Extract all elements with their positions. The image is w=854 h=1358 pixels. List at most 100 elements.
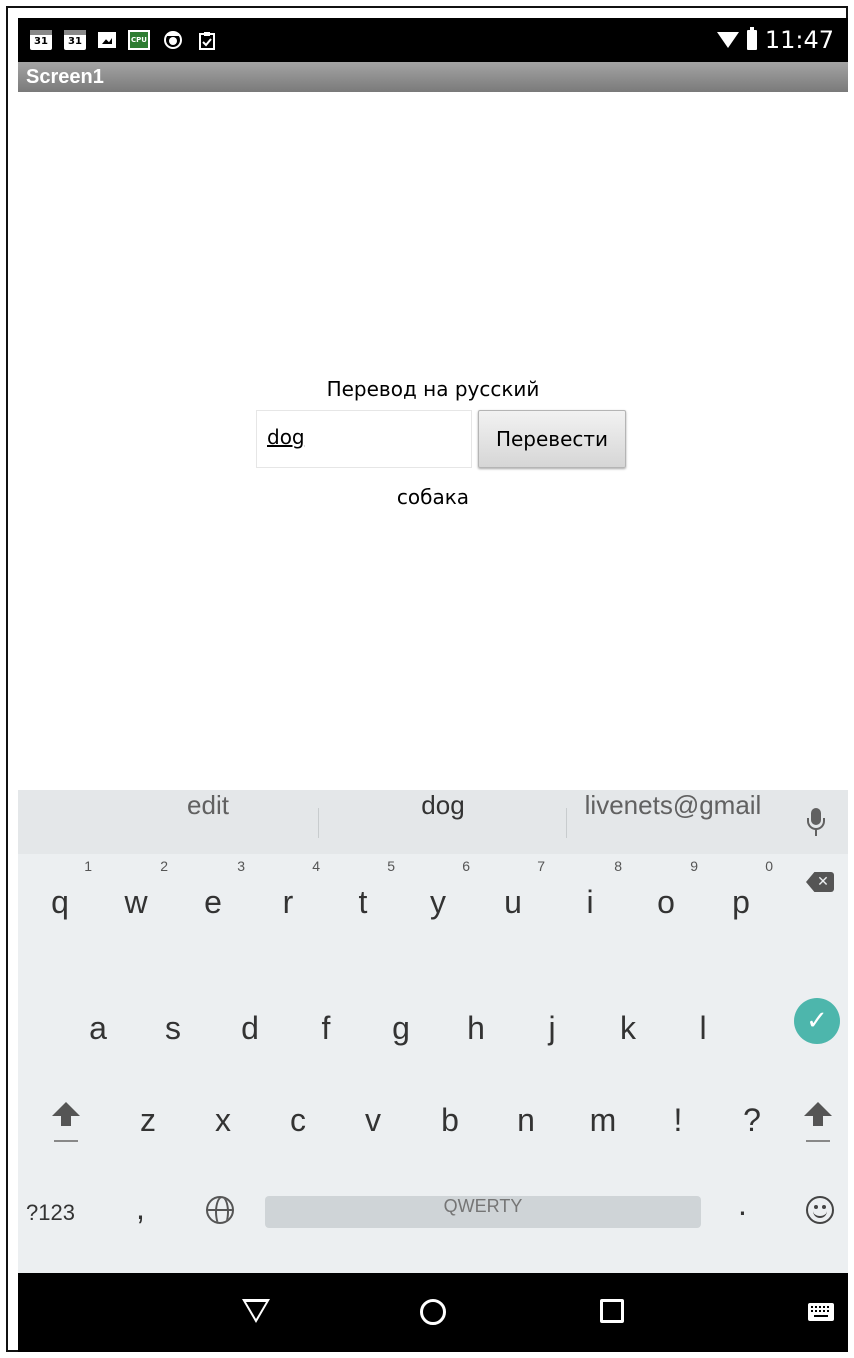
key-u[interactable]: 7u [473, 854, 553, 944]
translate-button[interactable]: Перевести [478, 410, 626, 468]
key-letter: d [241, 1010, 259, 1046]
home-icon[interactable] [420, 1299, 446, 1325]
word-input[interactable]: dog [256, 410, 472, 468]
key-c[interactable]: c [258, 1072, 338, 1162]
key-number-hint: 5 [387, 858, 395, 874]
symbols-key[interactable]: ?123 [26, 1200, 75, 1226]
key-letter: n [517, 1102, 535, 1138]
key-letter: g [392, 1010, 410, 1046]
battery-icon [746, 27, 757, 50]
key-w[interactable]: 2w [96, 854, 176, 944]
key-letter: c [290, 1102, 306, 1138]
status-clock: 11:47 [764, 26, 834, 54]
suggestion-strip: edit dog livenets@gmail [18, 790, 848, 854]
page-title: Перевод на русский [326, 377, 540, 401]
key-letter: j [548, 1010, 556, 1046]
key-t[interactable]: 5t [323, 854, 403, 944]
key-r[interactable]: 4r [248, 854, 328, 944]
key-l[interactable]: l [663, 980, 743, 1070]
key-letter: p [732, 884, 750, 920]
key-m[interactable]: m [563, 1072, 643, 1162]
key-letter: ? [743, 1102, 761, 1138]
key-z[interactable]: z [108, 1072, 188, 1162]
screen-title: Screen1 [18, 62, 848, 92]
key-number-hint: 7 [537, 858, 545, 874]
shift-left-icon[interactable] [52, 1102, 82, 1142]
key-letter: f [321, 1010, 331, 1046]
space-bar[interactable]: QWERTY [265, 1196, 701, 1228]
period-key[interactable]: . [738, 1186, 747, 1223]
android-debug-icon [162, 30, 184, 50]
calendar-icon: 31 [30, 30, 52, 50]
key-number-hint: 8 [614, 858, 622, 874]
key-y[interactable]: 6y [398, 854, 478, 944]
key-e[interactable]: 3e [173, 854, 253, 944]
key-letter: o [657, 884, 675, 920]
key-k[interactable]: k [588, 980, 668, 1070]
key-letter: v [365, 1102, 381, 1138]
translation-result: собака [396, 485, 470, 509]
key-p[interactable]: 0p [701, 854, 781, 944]
status-bar: 31 31 CPU 11:47 [18, 18, 848, 62]
suggestion-item[interactable]: livenets@gmail [568, 790, 778, 854]
navigation-bar [18, 1273, 848, 1352]
key-n[interactable]: n [486, 1072, 566, 1162]
enter-check-icon[interactable]: ✓ [794, 998, 840, 1044]
wifi-icon [716, 32, 739, 48]
key-q[interactable]: 1q [20, 854, 100, 944]
key-s[interactable]: s [133, 980, 213, 1070]
key-letter: r [282, 884, 294, 920]
key-a[interactable]: a [58, 980, 138, 1070]
mic-icon[interactable] [804, 808, 828, 838]
shift-right-icon[interactable] [804, 1102, 834, 1142]
key-x[interactable]: x [183, 1072, 263, 1162]
key-b[interactable]: b [410, 1072, 490, 1162]
key-letter: l [699, 1010, 707, 1046]
key-d[interactable]: d [210, 980, 290, 1070]
key-letter: ! [673, 1102, 683, 1138]
key-letter: w [124, 884, 148, 920]
comma-key[interactable]: , [136, 1190, 145, 1227]
key-j[interactable]: j [512, 980, 592, 1070]
globe-icon[interactable] [206, 1196, 234, 1224]
key-exclamation[interactable]: ! [638, 1072, 718, 1162]
key-letter: s [165, 1010, 181, 1046]
app-content: Перевод на русский dog Перевести собака [18, 92, 848, 790]
key-letter: m [589, 1102, 617, 1138]
key-number-hint: 9 [690, 858, 698, 874]
key-letter: x [215, 1102, 231, 1138]
key-letter: k [620, 1010, 636, 1046]
key-number-hint: 0 [765, 858, 773, 874]
clipboard-check-icon [196, 30, 218, 50]
cpu-icon: CPU [128, 30, 150, 50]
key-number-hint: 3 [237, 858, 245, 874]
key-letter: u [504, 884, 522, 920]
key-h[interactable]: h [436, 980, 516, 1070]
key-question[interactable]: ? [712, 1072, 792, 1162]
suggestion-item[interactable]: dog [318, 790, 568, 854]
key-letter: a [89, 1010, 107, 1046]
key-letter: q [51, 884, 69, 920]
key-letter: h [467, 1010, 485, 1046]
calendar-icon: 31 [64, 30, 86, 50]
key-letter: y [430, 884, 446, 920]
key-letter: b [441, 1102, 459, 1138]
key-number-hint: 6 [462, 858, 470, 874]
suggestion-item[interactable]: edit [98, 790, 318, 854]
key-letter: t [358, 884, 368, 920]
key-number-hint: 2 [160, 858, 168, 874]
key-letter: i [586, 884, 594, 920]
key-f[interactable]: f [286, 980, 366, 1070]
emoji-icon[interactable] [806, 1196, 834, 1224]
key-o[interactable]: 9o [626, 854, 706, 944]
key-letter: e [204, 884, 222, 920]
key-i[interactable]: 8i [550, 854, 630, 944]
recents-icon[interactable] [600, 1299, 624, 1323]
backspace-icon[interactable]: ✕ [806, 872, 834, 892]
suggestion-divider [566, 808, 567, 838]
key-number-hint: 4 [312, 858, 320, 874]
keyboard-switch-icon[interactable] [808, 1303, 834, 1321]
key-g[interactable]: g [361, 980, 441, 1070]
back-icon[interactable] [242, 1299, 270, 1323]
key-v[interactable]: v [333, 1072, 413, 1162]
